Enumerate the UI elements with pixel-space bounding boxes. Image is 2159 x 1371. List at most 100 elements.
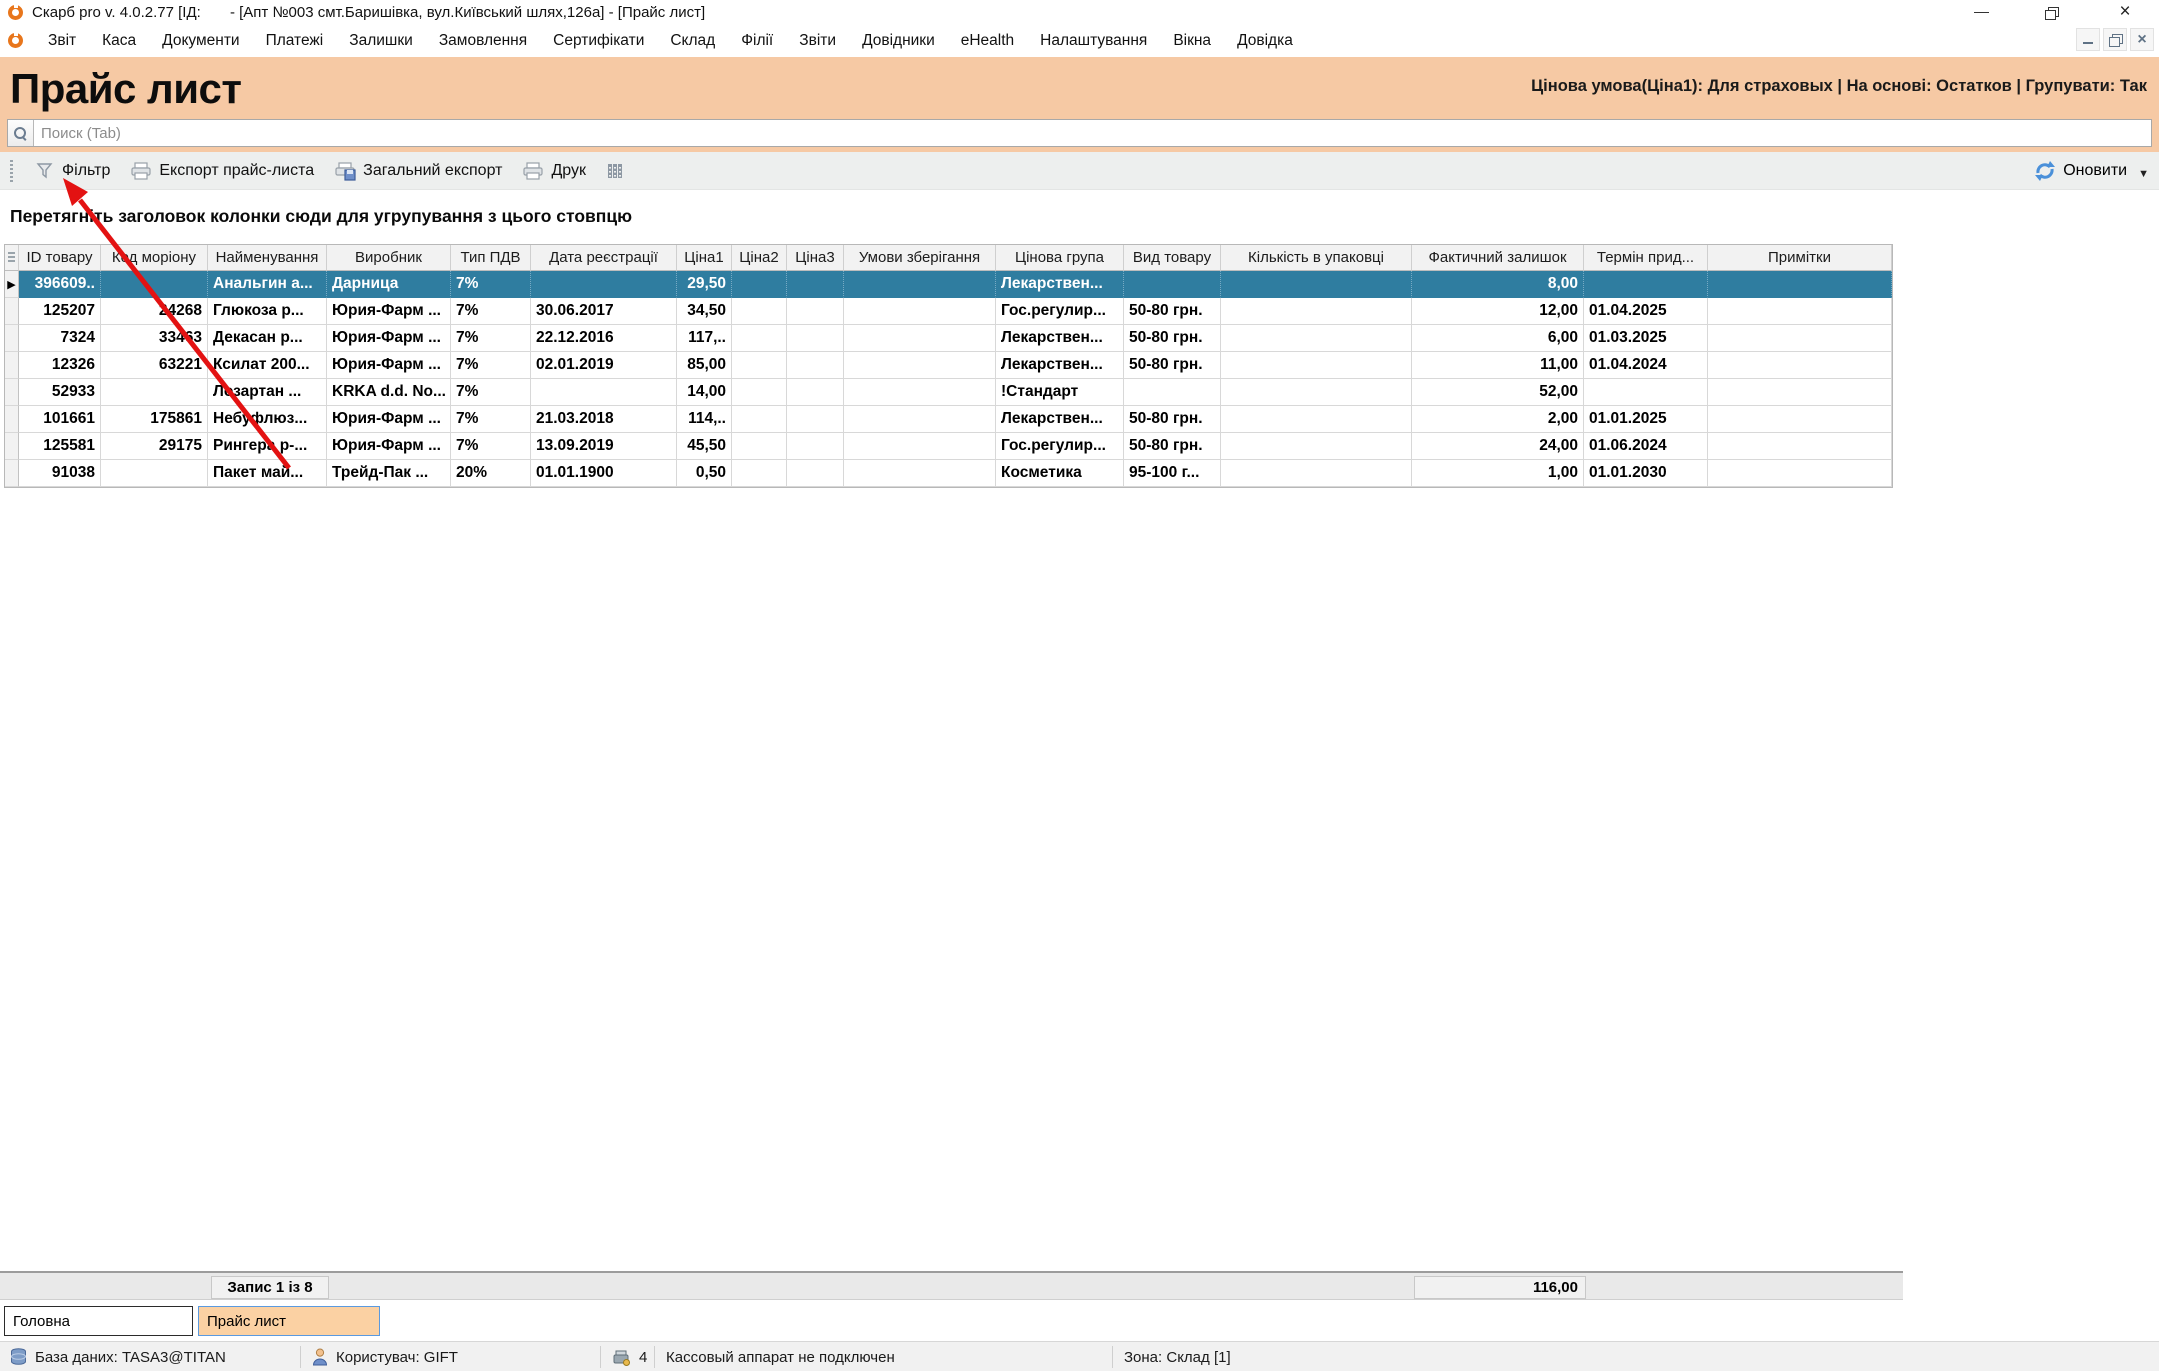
table-cell[interactable]: Лекарствен... (996, 406, 1124, 433)
table-cell[interactable]: Юрия-Фарм ... (327, 352, 451, 379)
toolbar-grip[interactable] (10, 160, 13, 182)
table-cell[interactable]: 14,00 (677, 379, 732, 406)
table-cell[interactable]: 45,50 (677, 433, 732, 460)
table-cell[interactable] (732, 433, 787, 460)
table-cell[interactable]: Рингера р-... (208, 433, 327, 460)
table-cell[interactable] (1221, 460, 1412, 487)
table-cell[interactable]: 85,00 (677, 352, 732, 379)
table-cell[interactable]: 20% (451, 460, 531, 487)
table-cell[interactable]: Лекарствен... (996, 325, 1124, 352)
column-header-4[interactable]: Виробник (327, 245, 451, 271)
table-cell[interactable] (732, 379, 787, 406)
menu-item-12[interactable]: eHealth (948, 28, 1027, 54)
search-icon[interactable] (8, 120, 34, 146)
row-selector[interactable]: ▶ (5, 271, 19, 298)
table-cell[interactable]: 125581 (19, 433, 101, 460)
table-cell[interactable]: 24,00 (1412, 433, 1584, 460)
table-cell[interactable]: 7% (451, 352, 531, 379)
menu-item-15[interactable]: Довідка (1224, 28, 1306, 54)
table-cell[interactable]: Гос.регулир... (996, 433, 1124, 460)
table-cell[interactable] (1708, 406, 1892, 433)
column-header-12[interactable]: Вид товару (1124, 245, 1221, 271)
table-cell[interactable] (1708, 325, 1892, 352)
table-row-2[interactable]: 12520724268Глюкоза р...Юрия-Фарм ...7%30… (5, 298, 1892, 325)
table-cell[interactable]: Юрия-Фарм ... (327, 298, 451, 325)
table-cell[interactable] (844, 406, 996, 433)
table-cell[interactable] (732, 352, 787, 379)
table-cell[interactable]: Юрия-Фарм ... (327, 325, 451, 352)
table-cell[interactable]: Трейд-Пак ... (327, 460, 451, 487)
menu-item-4[interactable]: Платежі (253, 28, 337, 54)
table-cell[interactable] (732, 271, 787, 298)
tab-home[interactable]: Головна (4, 1306, 193, 1336)
column-header-9[interactable]: Ціна3 (787, 245, 844, 271)
table-cell[interactable]: 52933 (19, 379, 101, 406)
restore-button[interactable] (2038, 3, 2064, 21)
column-header-5[interactable]: Тип ПДВ (451, 245, 531, 271)
refresh-button[interactable]: Оновити ▼ (2034, 152, 2149, 190)
table-row-8[interactable]: 91038Пакет май...Трейд-Пак ...20%01.01.1… (5, 460, 1892, 487)
table-cell[interactable]: 01.01.2030 (1584, 460, 1708, 487)
table-cell[interactable] (1708, 352, 1892, 379)
menu-item-1[interactable]: Звіт (35, 28, 89, 54)
row-selector[interactable] (5, 298, 19, 325)
row-selector[interactable] (5, 379, 19, 406)
table-cell[interactable]: Глюкоза р... (208, 298, 327, 325)
table-cell[interactable]: 01.04.2025 (1584, 298, 1708, 325)
table-cell[interactable] (732, 298, 787, 325)
table-cell[interactable] (1708, 379, 1892, 406)
table-cell[interactable] (1221, 325, 1412, 352)
row-selector[interactable] (5, 325, 19, 352)
table-cell[interactable]: 7324 (19, 325, 101, 352)
table-row-5[interactable]: 52933Лозартан ...KRKA d.d. No...7%14,00!… (5, 379, 1892, 406)
table-cell[interactable] (787, 379, 844, 406)
table-cell[interactable]: 12,00 (1412, 298, 1584, 325)
table-cell[interactable]: 01.01.1900 (531, 460, 677, 487)
table-cell[interactable] (787, 298, 844, 325)
table-cell[interactable] (844, 379, 996, 406)
table-cell[interactable] (101, 379, 208, 406)
table-cell[interactable]: 114,.. (677, 406, 732, 433)
table-cell[interactable]: 91038 (19, 460, 101, 487)
table-cell[interactable]: 2,00 (1412, 406, 1584, 433)
table-cell[interactable]: 12326 (19, 352, 101, 379)
table-cell[interactable]: Лекарствен... (996, 352, 1124, 379)
print-button[interactable]: Друк (512, 161, 596, 181)
table-cell[interactable] (1708, 433, 1892, 460)
table-cell[interactable]: 01.03.2025 (1584, 325, 1708, 352)
table-cell[interactable]: Косметика (996, 460, 1124, 487)
search-input[interactable]: Поиск (Tab) (7, 119, 2152, 147)
table-cell[interactable]: 50-80 грн. (1124, 298, 1221, 325)
table-cell[interactable] (1221, 271, 1412, 298)
table-cell[interactable]: Декасан р... (208, 325, 327, 352)
table-cell[interactable] (844, 325, 996, 352)
table-cell[interactable] (844, 271, 996, 298)
table-cell[interactable] (787, 352, 844, 379)
table-cell[interactable]: 7% (451, 271, 531, 298)
table-cell[interactable] (732, 460, 787, 487)
table-cell[interactable] (844, 352, 996, 379)
table-cell[interactable]: Юрия-Фарм ... (327, 433, 451, 460)
table-cell[interactable]: 13.09.2019 (531, 433, 677, 460)
table-cell[interactable] (844, 460, 996, 487)
menu-item-7[interactable]: Сертифікати (540, 28, 657, 54)
table-cell[interactable]: 63221 (101, 352, 208, 379)
table-cell[interactable]: 8,00 (1412, 271, 1584, 298)
column-header-11[interactable]: Цінова група (996, 245, 1124, 271)
table-cell[interactable]: 117,.. (677, 325, 732, 352)
table-cell[interactable] (1584, 379, 1708, 406)
table-cell[interactable]: 21.03.2018 (531, 406, 677, 433)
export-price-list-button[interactable]: Експорт прайс-листа (120, 161, 324, 181)
table-cell[interactable]: 24268 (101, 298, 208, 325)
table-cell[interactable]: 01.04.2024 (1584, 352, 1708, 379)
table-cell[interactable]: 30.06.2017 (531, 298, 677, 325)
menu-item-13[interactable]: Налаштування (1027, 28, 1160, 54)
row-selector[interactable] (5, 352, 19, 379)
menu-item-9[interactable]: Філії (728, 28, 786, 54)
table-cell[interactable] (1221, 406, 1412, 433)
column-header-1[interactable]: ID товару (19, 245, 101, 271)
table-cell[interactable] (787, 271, 844, 298)
table-cell[interactable]: Дарница (327, 271, 451, 298)
table-cell[interactable]: 7% (451, 406, 531, 433)
table-cell[interactable]: Гос.регулир... (996, 298, 1124, 325)
